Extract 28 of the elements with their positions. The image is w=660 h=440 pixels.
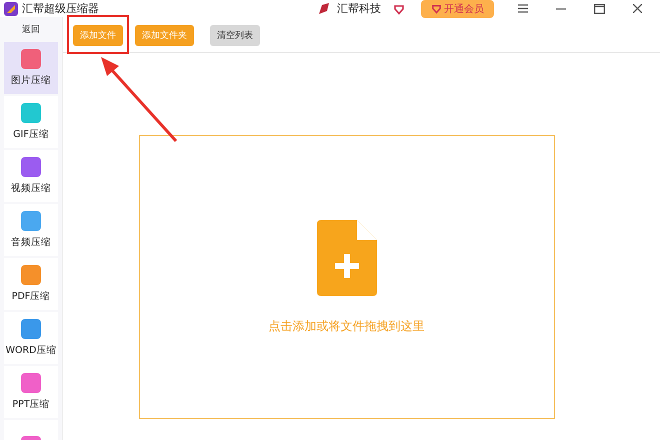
sidebar-item[interactable]: 视频压缩 (4, 150, 58, 202)
window-title: 汇帮超级压缩器 (22, 1, 99, 16)
minimize-icon[interactable] (556, 8, 566, 10)
sidebar-item[interactable]: GIF压缩 (4, 96, 58, 148)
brand-name: 汇帮科技 (337, 1, 381, 16)
sidebar-label: 图片压缩 (11, 74, 51, 87)
sidebar-label: 视频压缩 (11, 182, 51, 195)
sidebar-label: PDF压缩 (12, 290, 50, 303)
diamond-icon (431, 3, 442, 14)
maximize-icon[interactable] (594, 4, 605, 14)
menu-icon[interactable] (518, 4, 528, 13)
close-icon[interactable] (633, 4, 642, 13)
sidebar-item[interactable]: 音频压缩 (4, 204, 58, 256)
diamond-icon[interactable] (393, 2, 405, 14)
drop-hint: 点击添加或将文件拖拽到这里 (268, 318, 424, 334)
back-button[interactable]: 返回 (22, 21, 40, 40)
sidebar-label: 音频压缩 (11, 236, 51, 249)
sidebar-item[interactable]: PPT压缩 (4, 366, 58, 418)
sidebar-item[interactable]: WORD压缩 (4, 312, 58, 364)
sidebar-label: PPT压缩 (12, 398, 50, 411)
add-file-icon (316, 220, 376, 296)
toolbar-button[interactable]: 清空列表 (210, 25, 260, 46)
sidebar-item[interactable]: PDF压缩 (4, 258, 58, 310)
app-logo-icon (4, 2, 18, 16)
brand-logo-icon (317, 2, 331, 16)
sidebar-label: WORD压缩 (6, 344, 56, 357)
sidebar-label: GIF压缩 (13, 128, 49, 141)
sidebar-item[interactable]: 图片压缩 (4, 42, 58, 94)
